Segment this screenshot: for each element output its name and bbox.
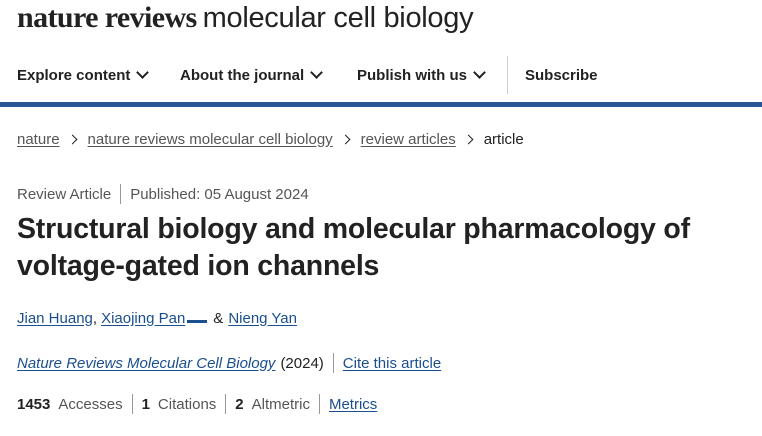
chevron-right-icon	[463, 134, 474, 144]
article-title: Structural biology and molecular pharmac…	[17, 213, 690, 282]
author-separator: &	[213, 309, 224, 327]
article-meta: Review Article Published: 05 August 2024	[17, 183, 309, 205]
author-link[interactable]: Jian Huang	[17, 310, 93, 327]
chevron-down-icon	[136, 65, 150, 79]
chevron-right-icon	[67, 134, 77, 144]
nature-reviews-logo: nature reviews	[17, 1, 197, 34]
breadcrumb-nature[interactable]: nature	[17, 131, 60, 148]
author-link[interactable]: Xiaojing Pan	[101, 310, 185, 327]
nav-divider	[507, 56, 508, 94]
accesses-label: Accesses	[58, 395, 123, 413]
cite-divider	[332, 353, 334, 373]
orcid-icon[interactable]	[187, 314, 208, 323]
metrics-divider	[318, 394, 320, 414]
chevron-down-icon	[310, 65, 324, 79]
breadcrumb: nature nature reviews molecular cell bio…	[17, 128, 524, 150]
metrics-link[interactable]: Metrics	[329, 396, 377, 413]
journal-name: molecular cell biology	[202, 2, 474, 34]
altmetric-label: Altmetric	[251, 395, 310, 413]
breadcrumb-journal[interactable]: nature reviews molecular cell biology	[88, 131, 333, 148]
author-list: Jian Huang , Xiaojing Pan & Nieng Yan	[17, 306, 297, 330]
metrics-divider	[225, 394, 227, 414]
main-navigation: Explore content About the journal Publis…	[0, 56, 762, 94]
journal-masthead[interactable]: nature reviews molecular cell biology	[17, 0, 474, 40]
article-metrics: 1453 Accesses 1 Citations 2 Altmetric Me…	[17, 392, 377, 416]
breadcrumb-review-articles[interactable]: review articles	[361, 131, 456, 148]
published-date: Published: 05 August 2024	[130, 185, 309, 203]
citations-count: 1	[141, 395, 150, 413]
altmetric-count: 2	[235, 395, 244, 413]
breadcrumb-current: article	[483, 130, 524, 148]
accesses-count: 1453	[17, 395, 51, 413]
author-separator: ,	[92, 309, 98, 327]
chevron-right-icon	[340, 134, 351, 144]
header-accent-bar	[0, 102, 762, 107]
subscribe-link[interactable]: Subscribe	[525, 56, 598, 94]
journal-link[interactable]: Nature Reviews Molecular Cell Biology	[17, 355, 275, 372]
citation-line: Nature Reviews Molecular Cell Biology (2…	[17, 351, 441, 375]
article-type: Review Article	[17, 185, 112, 203]
nav-publish-with-us[interactable]: Publish with us	[357, 56, 486, 94]
author-link[interactable]: Nieng Yan	[228, 310, 297, 327]
nav-explore-content[interactable]: Explore content	[17, 56, 150, 94]
metrics-divider	[131, 394, 133, 414]
citations-label: Citations	[157, 395, 217, 413]
chevron-down-icon	[473, 65, 486, 79]
cite-this-article-link[interactable]: Cite this article	[343, 355, 441, 372]
publication-year: (2024)	[280, 354, 324, 372]
nav-about-journal[interactable]: About the journal	[180, 56, 324, 94]
meta-divider	[120, 184, 122, 204]
